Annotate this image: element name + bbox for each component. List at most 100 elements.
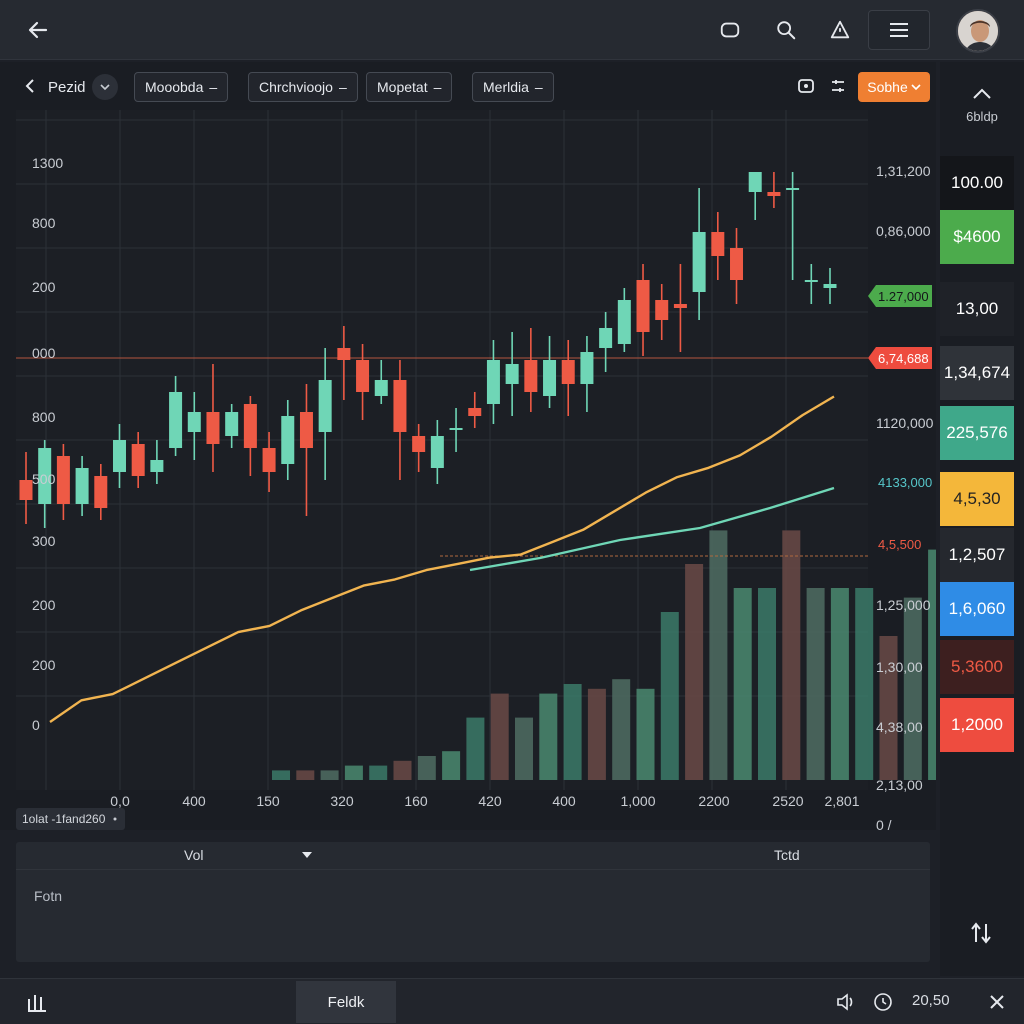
candle-body (730, 248, 744, 280)
search-icon[interactable] (768, 12, 804, 48)
action-button-label: Sobhe (867, 79, 908, 95)
candle-body (524, 360, 538, 392)
volume-bar (490, 693, 509, 780)
x-axis: 0,0 400 150 320 160 420 400 1,000 2200 2520 2,801 (110, 793, 859, 809)
alert-icon[interactable] (822, 12, 858, 48)
sort-arrows-icon[interactable] (966, 918, 996, 948)
candle-body (636, 280, 650, 332)
candle-body (823, 284, 837, 288)
y-tick-right: 1,30,00 (876, 659, 923, 675)
candle-body (225, 412, 239, 436)
volume-bar (442, 751, 461, 780)
close-icon[interactable] (982, 987, 1012, 1017)
candle-body (711, 232, 725, 256)
order-panel: Vol Tctd Fotn (16, 842, 930, 962)
price-tile[interactable]: 13,00 (940, 282, 1014, 336)
avatar[interactable] (956, 9, 1000, 53)
action-button[interactable]: Sobhe (858, 72, 930, 102)
candle-body (580, 352, 594, 384)
scroll-up[interactable]: 6bldp (940, 86, 1024, 124)
x-tick: 2200 (698, 793, 729, 809)
top-bar (0, 0, 1024, 60)
chart-type-dropdown[interactable]: Chrchvioojo – (248, 72, 358, 102)
caret-down-icon[interactable] (300, 848, 314, 862)
candle-body (337, 348, 351, 360)
chevron-down-icon: – (209, 79, 218, 95)
chevron-down-icon (911, 84, 921, 91)
price-tile[interactable]: 5,3600 (940, 640, 1014, 694)
chevron-left-icon[interactable] (18, 74, 42, 98)
chevron-up-icon (973, 88, 991, 99)
price-tile[interactable]: $4600 (940, 210, 1014, 264)
tab-feed[interactable]: Feldk (296, 981, 396, 1023)
candle-body (169, 392, 183, 448)
volume-bar (563, 684, 582, 780)
indicator-dropdown[interactable]: Mooobda – (134, 72, 229, 102)
zoom-level: 20,50 (912, 992, 950, 1009)
dropdown-label: Merldia (483, 79, 529, 95)
scroll-up-label: 6bldp (966, 109, 998, 124)
time-range-label[interactable]: 1olat -1fand260 (16, 808, 126, 830)
x-tick: 400 (552, 793, 576, 809)
volume-bar (296, 770, 315, 780)
menu-button[interactable] (868, 10, 930, 50)
settings-sliders-icon[interactable] (826, 74, 850, 98)
candle-body (281, 416, 295, 464)
price-tag-label: 6,74,688 (878, 351, 929, 366)
volume-bar (806, 588, 825, 780)
price-tag-label: 4,5,500 (878, 537, 921, 552)
order-panel-header: Vol Tctd (16, 842, 930, 870)
back-arrow-icon[interactable] (20, 12, 56, 48)
x-tick: 2520 (772, 793, 803, 809)
y-tick-left: 0 (32, 717, 40, 733)
volume-bar (539, 693, 558, 780)
volume-icon[interactable] (830, 987, 860, 1017)
price-tile[interactable]: 1,6,060 (940, 582, 1014, 636)
period-selector[interactable]: Pezid (48, 72, 118, 102)
price-tile[interactable]: 4,5,30 (940, 472, 1014, 526)
media-dropdown[interactable]: Merldia – (472, 72, 554, 102)
candle-body (318, 380, 332, 432)
candle-body (786, 188, 800, 190)
chart-bars-icon[interactable] (22, 987, 52, 1017)
candle-body (599, 328, 613, 348)
candle-body (94, 476, 108, 508)
volume-bar (928, 549, 936, 780)
candle-body (19, 480, 33, 500)
y-tick-right: 2,13,00 (876, 777, 923, 793)
volume-bar (393, 760, 412, 780)
camera-icon[interactable] (794, 74, 818, 98)
x-tick: 400 (182, 793, 206, 809)
dropdown-label: Chrchvioojo (259, 79, 333, 95)
candle-body (112, 440, 126, 472)
clock-icon[interactable] (868, 987, 898, 1017)
price-tile[interactable]: 1,2,507 (940, 528, 1014, 582)
volume-bar (685, 564, 704, 780)
volume-bar (660, 612, 679, 780)
candle-body (673, 304, 687, 308)
candle-body (505, 364, 519, 384)
candle-body (393, 380, 407, 432)
x-tick: 150 (256, 793, 280, 809)
price-tile[interactable]: 100.00 (940, 156, 1014, 210)
price-tile[interactable]: 225,576 (940, 406, 1014, 460)
chevron-down-icon: – (433, 79, 442, 95)
time-range-text: 1olat -1fand260 (22, 812, 106, 826)
candle-body (56, 456, 70, 504)
volume-bar (782, 530, 801, 780)
candle-body (748, 172, 762, 192)
y-tick-right: 0,86,000 (876, 223, 931, 239)
candlestick-chart[interactable]: 1300 800 200 000 800 500 300 200 200 0 1,31,200 0,… (0, 110, 936, 830)
y-tick-left: 000 (32, 345, 56, 361)
chevron-down-icon (91, 74, 118, 100)
candle-body (131, 444, 145, 476)
volume-bar (855, 588, 874, 780)
volume-bar (830, 588, 849, 780)
x-tick: 0,0 (110, 793, 130, 809)
candle-body (449, 428, 463, 430)
candle-body (75, 468, 89, 504)
price-tile[interactable]: 1,34,674 (940, 346, 1014, 400)
message-icon[interactable] (712, 12, 748, 48)
compare-dropdown[interactable]: Mopetat – (366, 72, 453, 102)
price-tile[interactable]: 1,2000 (940, 698, 1014, 752)
